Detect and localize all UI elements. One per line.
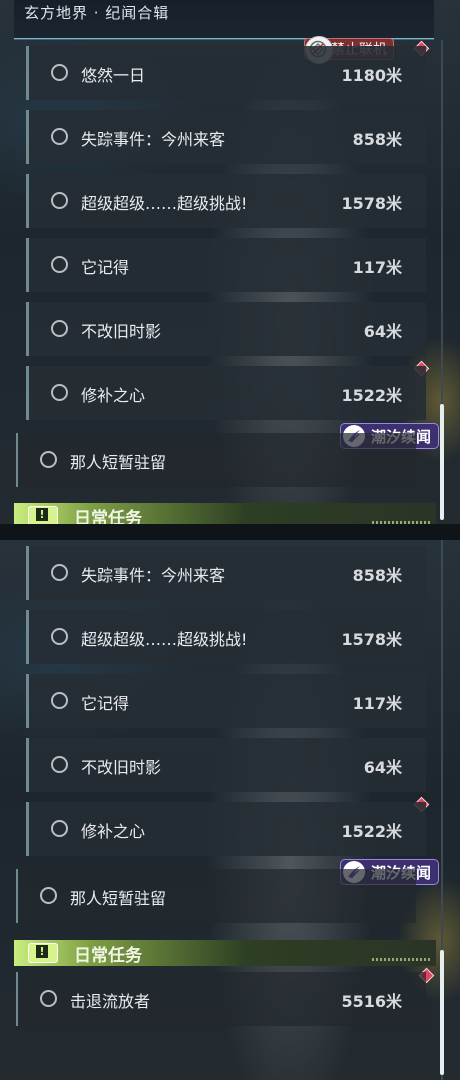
quest-name: 它记得 [81, 258, 130, 277]
quest-distance: 5516米 [341, 992, 402, 1011]
quest-distance: 64米 [363, 758, 402, 777]
quest-row[interactable]: 超级超级……超级挑战! 1578米 [26, 174, 426, 228]
screenshot-divider [0, 524, 460, 540]
radio-icon [40, 451, 57, 468]
radio-icon [51, 820, 68, 837]
quest-panel-top: 玄方地界 · 纪闻合辑 禁止联机 悠然一日 1180米 失踪事件：今州来客 85… [0, 0, 460, 524]
daily-section-title: 日常任务 [74, 946, 142, 966]
quest-distance: 1578米 [341, 630, 402, 649]
quest-distance: 1522米 [341, 822, 402, 841]
radio-icon [51, 384, 68, 401]
quest-row[interactable]: 超级超级……超级挑战! 1578米 [26, 610, 426, 664]
radio-icon [40, 990, 57, 1007]
quest-name: 修补之心 [81, 386, 146, 405]
alert-icon: ! [28, 943, 58, 963]
quest-row[interactable]: 悠然一日 1180米 [26, 46, 426, 100]
quest-name: 那人短暂驻留 [70, 889, 167, 908]
quest-row[interactable]: 修补之心 1522米 [26, 366, 426, 420]
radio-icon [51, 628, 68, 645]
alert-icon: ! [28, 506, 58, 524]
quest-name: 击退流放者 [70, 992, 151, 1011]
quest-group-header[interactable]: 玄方地界 · 纪闻合辑 [14, 0, 434, 39]
radio-icon [51, 128, 68, 145]
radio-icon [51, 756, 68, 773]
quest-name: 不改旧时影 [81, 322, 162, 341]
quest-distance: 117米 [352, 258, 402, 277]
quest-row[interactable]: 它记得 117米 [26, 674, 426, 728]
quest-row[interactable]: 不改旧时影 64米 [26, 738, 426, 792]
radio-icon [51, 692, 68, 709]
quest-name: 那人短暂驻留 [70, 453, 167, 472]
quest-distance: 64米 [363, 322, 402, 341]
quest-name: 它记得 [81, 694, 130, 713]
quest-row[interactable]: 失踪事件：今州来客 858米 [26, 546, 426, 600]
quest-group-title: 玄方地界 · 纪闻合辑 [24, 4, 170, 22]
radio-icon [51, 64, 68, 81]
scrollbar-thumb[interactable] [440, 950, 444, 1075]
quest-distance: 1522米 [341, 386, 402, 405]
daily-section-title: 日常任务 [74, 509, 142, 524]
quest-row[interactable]: 那人短暂驻留 [16, 869, 416, 923]
daily-section-header[interactable]: ! 日常任务 [14, 940, 436, 966]
quest-distance: 117米 [352, 694, 402, 713]
quest-name: 失踪事件：今州来客 [81, 130, 226, 149]
radio-icon [51, 192, 68, 209]
quest-row[interactable]: 击退流放者 5516米 [16, 972, 426, 1026]
radio-icon [51, 256, 68, 273]
scrollbar-thumb[interactable] [440, 404, 444, 520]
quest-distance: 858米 [352, 130, 402, 149]
quest-row[interactable]: 失踪事件：今州来客 858米 [26, 110, 426, 164]
quest-distance: 1180米 [341, 66, 402, 85]
decor-stripe [372, 958, 430, 961]
quest-panel-bottom: 失踪事件：今州来客 858米 超级超级……超级挑战! 1578米 它记得 117… [0, 540, 460, 1080]
radio-icon [51, 564, 68, 581]
quest-row[interactable]: 修补之心 1522米 [26, 802, 426, 856]
daily-section-header[interactable]: ! 日常任务 [14, 503, 436, 524]
quest-row[interactable]: 那人短暂驻留 [16, 433, 416, 487]
quest-distance: 858米 [352, 566, 402, 585]
quest-distance: 1578米 [341, 194, 402, 213]
quest-name: 失踪事件：今州来客 [81, 566, 226, 585]
radio-icon [40, 887, 57, 904]
quest-name: 超级超级……超级挑战! [81, 194, 248, 213]
radio-icon [51, 320, 68, 337]
quest-name: 悠然一日 [81, 66, 146, 85]
quest-name: 不改旧时影 [81, 758, 162, 777]
quest-row[interactable]: 不改旧时影 64米 [26, 302, 426, 356]
quest-name: 超级超级……超级挑战! [81, 630, 248, 649]
quest-row[interactable]: 它记得 117米 [26, 238, 426, 292]
quest-name: 修补之心 [81, 822, 146, 841]
